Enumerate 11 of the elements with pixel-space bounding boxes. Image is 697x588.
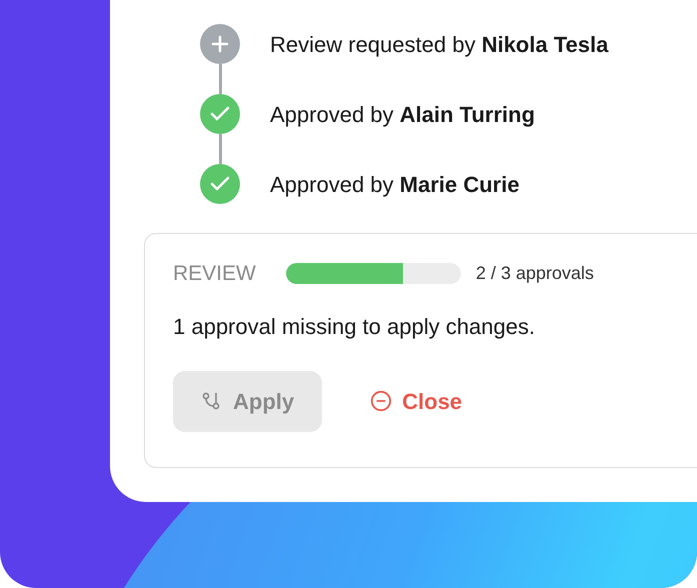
minus-circle-icon (370, 390, 392, 412)
review-label: REVIEW (173, 261, 256, 287)
timeline-entry: Approved by Marie Curie (270, 170, 520, 199)
check-icon (200, 164, 240, 204)
close-button[interactable]: Close (370, 370, 462, 432)
status-message: 1 approval missing to apply changes. (173, 312, 536, 341)
timeline-entry: Review requested by Nikola Tesla (270, 30, 608, 59)
approval-count: 2 / 3 approvals (476, 262, 594, 286)
timeline-entry: Approved by Alain Turring (270, 100, 535, 129)
check-icon (200, 94, 240, 134)
branch-icon (201, 391, 221, 411)
